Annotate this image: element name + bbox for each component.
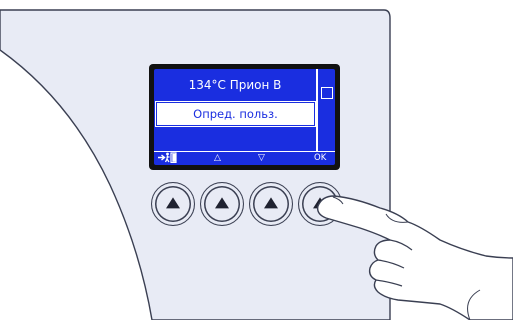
lcd-screen: 134°C Прион B Опред. польз. △ ▽ OK xyxy=(154,69,335,165)
exit-icon xyxy=(158,152,180,165)
hardware-button-3[interactable] xyxy=(249,182,293,226)
program-title: 134°C Прион B xyxy=(188,78,282,92)
up-softkey-icon: △ xyxy=(214,153,221,163)
scrollbar-divider xyxy=(316,69,318,151)
scroll-position-icon xyxy=(321,87,333,99)
up-arrow-icon xyxy=(215,197,229,209)
ok-softkey-label: OK xyxy=(314,153,327,163)
hardware-button-2[interactable] xyxy=(200,182,244,226)
up-arrow-icon xyxy=(264,197,278,209)
down-softkey-icon: ▽ xyxy=(258,153,265,163)
up-arrow-icon xyxy=(166,197,180,209)
menu-item-selected[interactable]: Опред. польз. xyxy=(157,103,314,125)
hardware-button-1[interactable] xyxy=(151,182,195,226)
lcd-display: 134°C Прион B Опред. польз. △ ▽ OK xyxy=(149,64,340,170)
up-arrow-icon xyxy=(313,197,327,209)
softkey-divider xyxy=(154,151,335,152)
hardware-button-4-ok[interactable] xyxy=(298,182,342,226)
